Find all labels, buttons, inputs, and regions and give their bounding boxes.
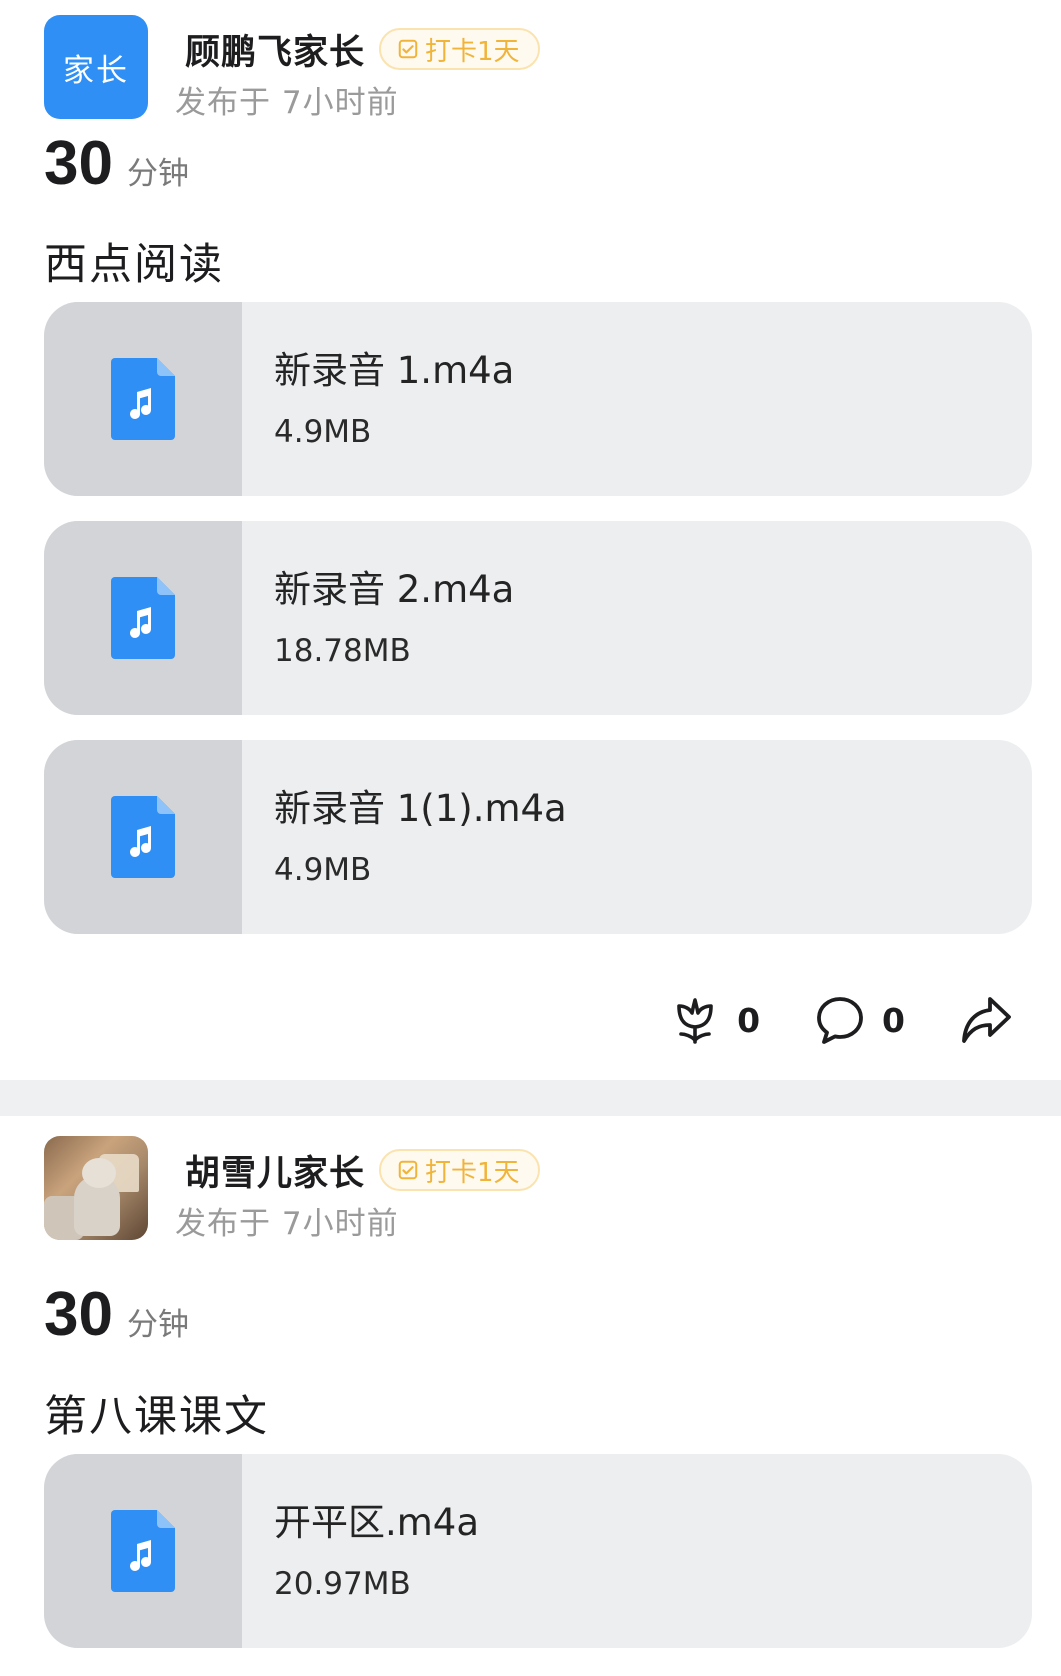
author-name[interactable]: 胡雪儿家长 <box>185 1145 365 1196</box>
file-icon-panel <box>44 521 242 715</box>
badge-label: 打卡1天 <box>425 36 520 67</box>
audio-file-icon <box>111 796 175 878</box>
check-square-icon <box>398 1160 418 1180</box>
file-size: 18.78MB <box>274 633 411 669</box>
flower-icon <box>677 998 713 1044</box>
flower-button[interactable]: 0 <box>669 994 760 1046</box>
checkin-post: 家长 顾鹏飞家长 打卡1天 发布于 7小时前 30 分钟 西点阅读 新录音 1.… <box>0 0 1061 1080</box>
author-row: 顾鹏飞家长 打卡1天 <box>185 19 540 79</box>
check-square-icon <box>398 39 418 59</box>
badge-label: 打卡1天 <box>425 1157 520 1188</box>
audio-file-card[interactable]: 新录音 1(1).m4a 4.9MB <box>44 740 1032 934</box>
comment-count: 0 <box>882 1000 905 1040</box>
post-title: 西点阅读 <box>44 240 224 290</box>
post-actions: 0 0 <box>615 990 1013 1050</box>
duration-unit: 分钟 <box>126 156 189 192</box>
author-row: 胡雪儿家长 打卡1天 <box>185 1140 540 1200</box>
post-header: 家长 顾鹏飞家长 打卡1天 发布于 7小时前 <box>44 15 1004 121</box>
checkin-post: 胡雪儿家长 打卡1天 发布于 7小时前 30 分钟 第八课课文 开平区.m4a … <box>0 1116 1061 1676</box>
duration: 30 分钟 <box>44 128 189 199</box>
file-name: 新录音 1.m4a <box>274 349 515 392</box>
avatar[interactable] <box>44 1136 148 1240</box>
duration-unit: 分钟 <box>126 1307 189 1343</box>
post-time: 发布于 7小时前 <box>175 85 399 121</box>
duration-value: 30 <box>44 129 113 198</box>
section-divider <box>0 1080 1061 1116</box>
file-name: 新录音 1(1).m4a <box>274 787 567 830</box>
file-size: 20.97MB <box>274 1566 411 1602</box>
author-name[interactable]: 顾鹏飞家长 <box>185 24 365 75</box>
checkin-badge: 打卡1天 <box>379 1149 540 1191</box>
post-title: 第八课课文 <box>44 1392 269 1442</box>
file-size: 4.9MB <box>274 852 372 888</box>
file-size: 4.9MB <box>274 414 372 450</box>
post-header: 胡雪儿家长 打卡1天 发布于 7小时前 <box>44 1136 1004 1242</box>
share-button[interactable] <box>959 993 1013 1047</box>
audio-file-icon <box>111 1510 175 1592</box>
audio-file-card[interactable]: 新录音 2.m4a 18.78MB <box>44 521 1032 715</box>
flower-count: 0 <box>737 1000 761 1040</box>
checkin-badge: 打卡1天 <box>379 28 540 70</box>
audio-file-card[interactable]: 开平区.m4a 20.97MB <box>44 1454 1032 1648</box>
comment-button[interactable]: 0 <box>814 994 905 1046</box>
file-icon-panel <box>44 740 242 934</box>
audio-file-icon <box>111 358 175 440</box>
comment-icon <box>817 997 863 1044</box>
post-time: 发布于 7小时前 <box>175 1206 399 1242</box>
audio-file-icon <box>111 577 175 659</box>
duration-value: 30 <box>44 1280 113 1349</box>
share-icon <box>962 997 1011 1043</box>
avatar-label: 家长 <box>63 52 129 89</box>
audio-file-card[interactable]: 新录音 1.m4a 4.9MB <box>44 302 1032 496</box>
duration: 30 分钟 <box>44 1279 189 1350</box>
avatar[interactable]: 家长 <box>44 15 148 119</box>
file-icon-panel <box>44 1454 242 1648</box>
avatar-photo-detail <box>82 1158 116 1188</box>
file-icon-panel <box>44 302 242 496</box>
file-name: 开平区.m4a <box>274 1501 480 1544</box>
file-name: 新录音 2.m4a <box>274 568 515 611</box>
